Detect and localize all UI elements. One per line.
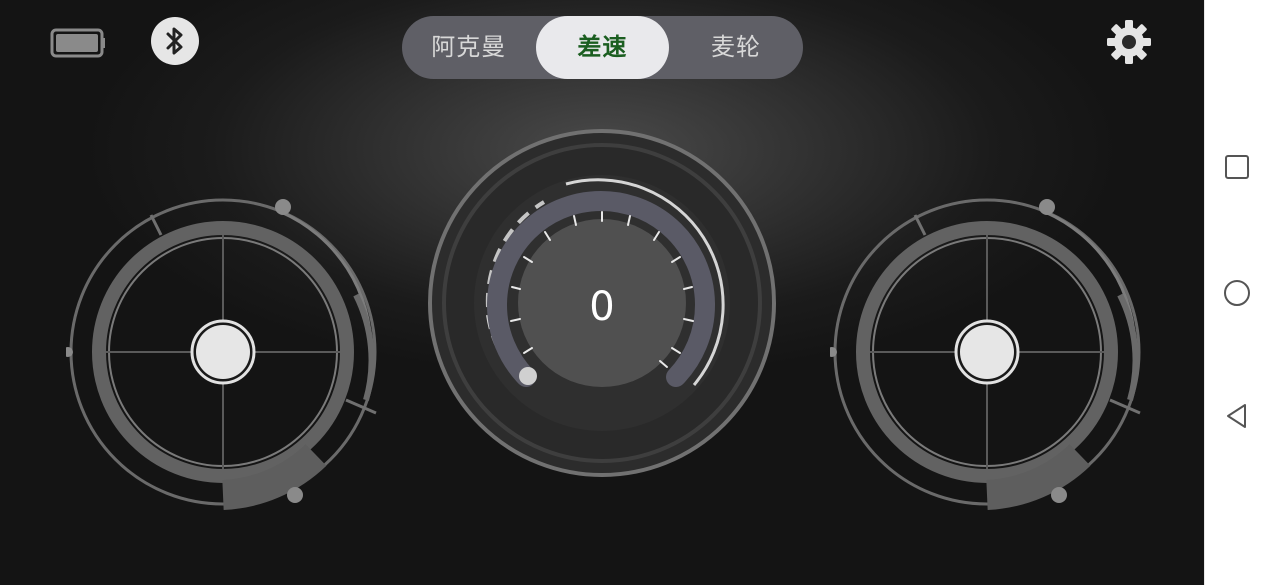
left-joystick[interactable] <box>66 195 381 510</box>
recent-apps-button[interactable] <box>1221 151 1253 183</box>
speed-gauge: 0 <box>426 127 778 479</box>
drive-mode-selector: 阿克曼 差速 麦轮 <box>402 16 803 79</box>
right-joystick-knob[interactable] <box>960 325 1014 379</box>
gear-icon[interactable] <box>1105 18 1153 66</box>
circle-icon <box>1224 280 1250 306</box>
remote-control-screen: 阿克曼 差速 麦轮 0 <box>0 0 1204 585</box>
left-joystick-knob[interactable] <box>196 325 250 379</box>
tab-differential[interactable]: 差速 <box>535 16 670 79</box>
tab-ackermann[interactable]: 阿克曼 <box>402 16 536 79</box>
tab-mecanum[interactable]: 麦轮 <box>669 16 803 79</box>
home-button[interactable] <box>1221 277 1253 309</box>
speed-gauge-graphic <box>428 129 776 477</box>
system-navigation-bar <box>1204 0 1268 585</box>
battery-icon <box>50 28 105 58</box>
back-triangle-icon <box>1227 404 1246 428</box>
right-joystick[interactable] <box>830 195 1145 510</box>
square-icon <box>1225 155 1249 179</box>
bluetooth-icon <box>166 27 183 55</box>
bluetooth-button[interactable] <box>151 17 199 65</box>
back-button[interactable] <box>1221 400 1253 432</box>
